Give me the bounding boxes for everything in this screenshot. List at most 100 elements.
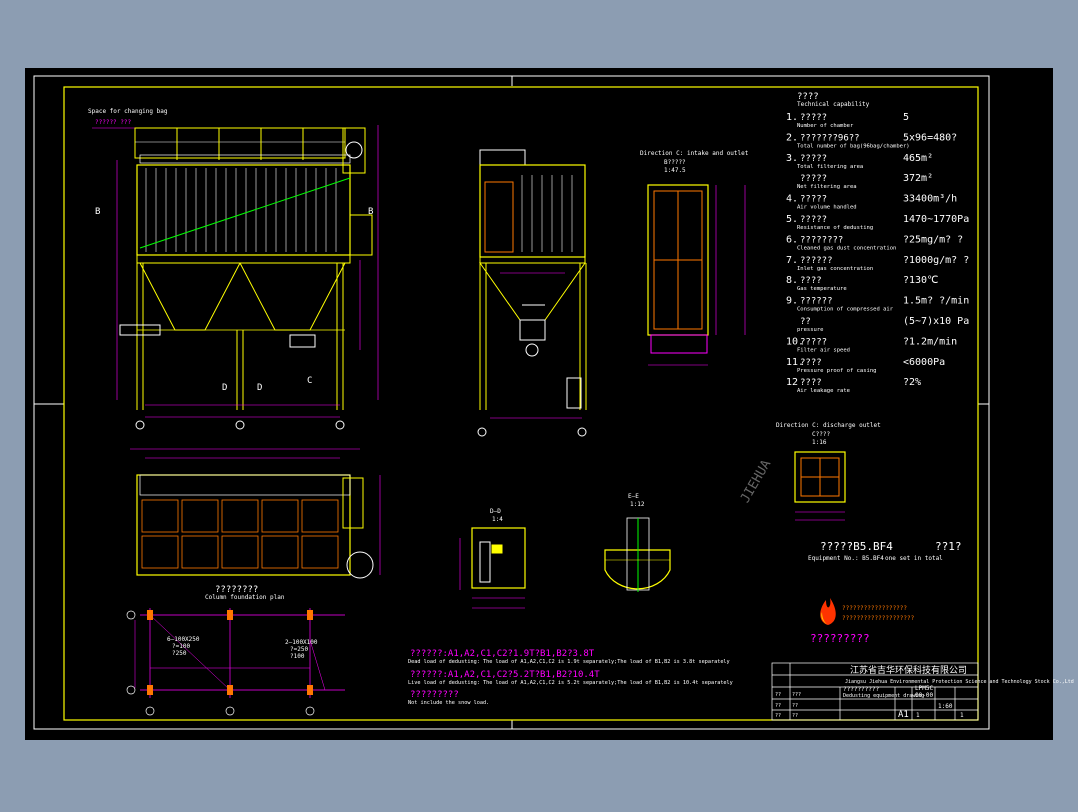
- tb-r4: ??: [775, 692, 781, 698]
- load-line3-en: Not include the snow load.: [408, 700, 489, 706]
- param-label-cn: ????: [800, 378, 822, 388]
- load-line1-cn: ??????:A1,A2,C1,C2?1.9T?B1,B2?3.8T: [410, 649, 595, 659]
- dir-b-cn: C????: [812, 431, 830, 438]
- dir-b-scale: 1:16: [812, 439, 827, 446]
- tb-r5: ??: [775, 703, 781, 709]
- section-d-left: D: [222, 383, 227, 393]
- param-value: 372m²: [903, 173, 933, 184]
- load-line1-en: Dead load of dedusting: The load of A1,A…: [408, 659, 730, 665]
- param-label-cn: ????????: [800, 235, 843, 245]
- dir-a-cn: B?????: [664, 159, 686, 166]
- tb-r2: ??: [792, 703, 798, 709]
- param-label-en: Number of chamber: [797, 123, 854, 129]
- param-value: ?1000g/m? ?: [903, 255, 969, 266]
- spray-ref: ?????? ???: [95, 119, 132, 126]
- param-label-en: pressure: [797, 327, 824, 333]
- tb-project-en: Dedusting equipment drawing: [843, 693, 924, 699]
- equipment-cn: ?????B5.BF4: [820, 540, 893, 553]
- ee-title: E—E: [628, 493, 639, 500]
- tb-r3: ??: [792, 713, 798, 719]
- tb-drawing-no: LPM5C: [915, 685, 933, 692]
- dir-a-label: Direction C: intake and outlet: [640, 150, 749, 157]
- anchor-1-sub: ?=100: [172, 643, 190, 650]
- cad-viewport[interactable]: Space for changing bag ?????? ??? B B D …: [0, 0, 1078, 808]
- param-value: ?130℃: [903, 275, 938, 286]
- ee-scale: 1:12: [630, 501, 645, 508]
- tb-r1: ???: [792, 692, 801, 698]
- param-label-en: Cleaned gas dust concentration: [797, 245, 896, 251]
- section-d-right: D: [257, 383, 262, 393]
- param-value: 1.5m? ?/min: [903, 296, 969, 307]
- param-label-cn: ?????: [800, 113, 827, 123]
- param-value: 1470~1770Pa: [903, 214, 969, 225]
- param-number: 7.: [786, 255, 798, 266]
- anchor-2: 2—100X100: [285, 639, 318, 646]
- tb-company-en: Jiangsu Jiehua Environmental Protection …: [845, 679, 1074, 685]
- tb-drawing-no2: 00-00: [915, 692, 933, 699]
- top-view-en: Column foundation plan: [205, 594, 285, 601]
- param-label-en: Filter air speed: [797, 347, 850, 353]
- param-number: 8.: [786, 275, 798, 286]
- equipment-count-en: one set in total: [885, 555, 943, 562]
- load-line3-cn: ?????????: [410, 690, 459, 700]
- logo-company-cn: ?????????: [810, 632, 870, 645]
- param-label-cn: ?????: [800, 174, 827, 184]
- param-label-en: Total filtering area: [797, 164, 863, 170]
- param-label-en: Air volume handled: [797, 205, 857, 211]
- load-line2-cn: ??????:A1,A2,C1,C2?5.2T?B1,B2?10.4T: [410, 670, 600, 680]
- param-label-cn: ?????: [800, 195, 827, 205]
- anchor-1: 6—100X250: [167, 636, 200, 643]
- param-label-en: Total number of bag(96bag/chamber): [797, 143, 910, 149]
- param-label-en: Consumption of compressed air: [797, 307, 894, 313]
- equipment-en: Equipment No.: B5.BF4: [808, 555, 884, 562]
- param-label-cn: ?????: [800, 337, 827, 347]
- param-label-cn: ???????96??: [800, 133, 860, 143]
- param-label-cn: ????: [800, 276, 822, 286]
- param-label-cn: ?????: [800, 154, 827, 164]
- anchor-1-sub2: ?250: [172, 650, 187, 657]
- section-b-right: B: [368, 207, 373, 217]
- spray-title: Space for changing bag: [88, 108, 168, 115]
- anchor-2-sub2: ?100: [290, 653, 305, 660]
- param-value: 5x96=480?: [903, 132, 957, 143]
- param-label-en: Air leakage rate: [797, 388, 850, 394]
- param-label-cn: ????: [800, 358, 822, 368]
- param-number: 9.: [786, 296, 798, 307]
- param-number: 12: [786, 377, 798, 388]
- param-value: ?25mg/m? ?: [903, 234, 963, 245]
- section-b-left: B: [95, 207, 100, 217]
- param-value: 33400m³/h: [903, 194, 957, 205]
- param-number: 6.: [786, 234, 798, 245]
- param-number: 3.: [786, 153, 798, 164]
- logo-sub-fine: ????????????????????: [842, 615, 915, 622]
- param-value: ?2%: [903, 377, 921, 388]
- param-value: 5: [903, 112, 909, 123]
- param-label-cn: ??????: [800, 297, 833, 307]
- logo-fine-text: ??????????????????: [842, 605, 907, 612]
- param-value: (5~7)x10 Pa: [903, 316, 969, 327]
- param-number: 4.: [786, 194, 798, 205]
- anchor-2-sub: ?=250: [290, 646, 308, 653]
- tb-scale: 1:60: [938, 703, 953, 710]
- param-value: 465m²: [903, 153, 933, 164]
- param-label-cn: ?????: [800, 215, 827, 225]
- params-title-en: Technical capability: [797, 101, 870, 108]
- param-value: ?1.2m/min: [903, 336, 957, 347]
- dd-scale: 1:4: [492, 516, 503, 523]
- equipment-info: ?????B5.BF4 ??1? Equipment No.: B5.BF4 o…: [808, 540, 962, 562]
- dd-title: D—D: [490, 508, 501, 515]
- dir-b-label: Direction C: discharge outlet: [776, 422, 881, 429]
- dir-a-scale: 1:47.5: [664, 167, 686, 174]
- load-line2-en: Live load of dedusting: The load of A1,A…: [408, 680, 733, 686]
- param-number: 5.: [786, 214, 798, 225]
- param-label-en: Inlet gas concentration: [797, 266, 873, 272]
- drawing-sheet[interactable]: Space for changing bag ?????? ??? B B D …: [0, 0, 1078, 808]
- param-label-cn: ??: [800, 317, 811, 327]
- param-label-en: Pressure proof of casing: [797, 368, 876, 374]
- tb-project-cn: ??????????: [843, 686, 880, 693]
- equipment-count-cn: ??1?: [935, 540, 962, 553]
- param-number: 2.: [786, 132, 798, 143]
- param-value: <6000Pa: [903, 357, 945, 368]
- tb-size: A1: [898, 710, 909, 720]
- section-c: C: [307, 376, 312, 386]
